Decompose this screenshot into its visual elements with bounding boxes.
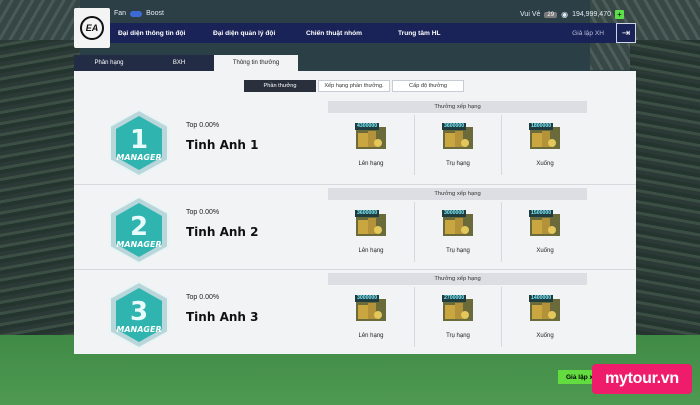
nav-team-manager[interactable]: Đại diện quản lý đội [205, 30, 298, 37]
reward-amount: 1500000 [529, 210, 554, 217]
add-currency-button[interactable]: + [615, 10, 624, 19]
reward-amount: 3000000 [355, 295, 380, 302]
reward-label: Xuống [536, 248, 554, 254]
subtab-ranking-rewards[interactable]: Xếp hạng phần thưởng. [318, 80, 390, 92]
reward-header: Thưởng xếp hạng [328, 188, 587, 200]
nav-team-tactics[interactable]: Chiến thuật nhóm [298, 30, 390, 37]
rank-row: 1 MANAGER Top 0.00% Tinh Anh 1 Thưởng xế… [74, 98, 636, 183]
main-nav: Đại diện thông tin đội Đại diện quản lý … [110, 23, 636, 43]
reward-stay[interactable]: 2700000 Trụ hạng [414, 287, 500, 347]
reward-amount: 3600000 [355, 210, 380, 217]
reward-promote[interactable]: 4300000 Lên hạng [328, 115, 414, 175]
reward-amount: 3600000 [442, 123, 467, 130]
reward-relegate[interactable]: 1500000 Xuống [501, 202, 587, 262]
reward-label: Xuống [536, 333, 554, 339]
reward-relegate[interactable]: 1800000 Xuống [501, 115, 587, 175]
tab-division[interactable]: Phân hạng [74, 55, 144, 71]
stands-right [630, 40, 700, 340]
main-tabs: Phân hạng BXH Thông tin thưởng [74, 55, 298, 71]
boost-toggle[interactable] [130, 10, 143, 17]
ea-logo-mark: EA [80, 16, 104, 40]
nav-simulate-rank[interactable]: Giả lập XH [540, 30, 610, 37]
reward-label: Xuống [536, 161, 554, 167]
reward-label: Trụ hạng [446, 161, 470, 167]
reward-label: Lên hạng [358, 248, 384, 254]
reward-label: Trụ hạng [446, 248, 470, 254]
nav-team-info[interactable]: Đại diện thông tin đội [110, 30, 205, 37]
badge-number: 1 [130, 125, 148, 155]
reward-relegate[interactable]: 1400000 Xuống [501, 287, 587, 347]
rank-name: Tinh Anh 2 [186, 225, 259, 239]
manager-badge-icon: 3 MANAGER [109, 280, 169, 350]
reward-header: Thưởng xếp hạng [328, 101, 587, 113]
rank-name: Tinh Anh 1 [186, 138, 259, 152]
manager-badge-icon: 1 MANAGER [109, 108, 169, 178]
rank-top-percent: Top 0.00% [186, 209, 220, 216]
boost-label: Boost [146, 10, 164, 17]
badge-text: MANAGER [116, 325, 161, 334]
nav-training-center[interactable]: Trung tâm HL [390, 30, 540, 37]
reward-label: Lên hạng [358, 333, 384, 339]
rank-top-percent: Top 0.00% [186, 122, 220, 129]
mytour-watermark: mytour.vn [592, 364, 692, 394]
stands-left [0, 40, 80, 340]
ea-logo[interactable]: EA [74, 8, 110, 48]
tab-leaderboard[interactable]: BXH [144, 55, 214, 71]
coin-icon: ◉ [561, 10, 569, 19]
currency-label: Vui Vẻ [520, 11, 541, 18]
rank-row: 2 MANAGER Top 0.00% Tinh Anh 2 Thưởng xế… [74, 184, 636, 269]
sub-tabs: Phần thưởng Xếp hạng phần thưởng. Cấp độ… [244, 80, 466, 92]
reward-amount: 4300000 [355, 123, 380, 130]
badge-number: 3 [130, 297, 148, 327]
reward-header: Thưởng xếp hạng [328, 273, 587, 285]
exit-icon[interactable]: ⇥ [616, 23, 636, 43]
reward-amount: 2700000 [442, 295, 467, 302]
reward-promote[interactable]: 3000000 Lên hạng [328, 287, 414, 347]
badge-number: 2 [130, 212, 148, 242]
reward-amount: 1800000 [529, 123, 554, 130]
currency-display: Vui Vẻ 29 ◉ 194,999,470 + [520, 10, 624, 19]
reward-amount: 1400000 [529, 295, 554, 302]
fan-label: Fan [114, 10, 127, 17]
reward-promote[interactable]: 3600000 Lên hạng [328, 202, 414, 262]
rank-row: 3 MANAGER Top 0.00% Tinh Anh 3 Thưởng xế… [74, 269, 636, 354]
top-bar: EA Fan Boost Vui Vẻ 29 ◉ 194,999,470 + Đ… [74, 8, 636, 48]
badge-text: MANAGER [116, 240, 161, 249]
tab-reward-info[interactable]: Thông tin thưởng [214, 55, 298, 71]
fan-boost-row: Fan Boost [114, 10, 164, 17]
balance-value: 194,999,470 [572, 11, 611, 18]
reward-panel: Phần thưởng Xếp hạng phần thưởng. Cấp độ… [74, 71, 636, 354]
rank-name: Tinh Anh 3 [186, 310, 259, 324]
reward-stay[interactable]: 3600000 Trụ hạng [414, 115, 500, 175]
subtab-reward-levels[interactable]: Cấp độ thưởng [392, 80, 464, 92]
rank-top-percent: Top 0.00% [186, 294, 220, 301]
reward-stay[interactable]: 3000000 Trụ hạng [414, 202, 500, 262]
manager-badge-icon: 2 MANAGER [109, 195, 169, 265]
vip-badge: 29 [544, 11, 558, 18]
subtab-rewards[interactable]: Phần thưởng [244, 80, 316, 92]
reward-label: Trụ hạng [446, 333, 470, 339]
reward-label: Lên hạng [358, 161, 384, 167]
badge-text: MANAGER [116, 153, 161, 162]
reward-amount: 3000000 [442, 210, 467, 217]
